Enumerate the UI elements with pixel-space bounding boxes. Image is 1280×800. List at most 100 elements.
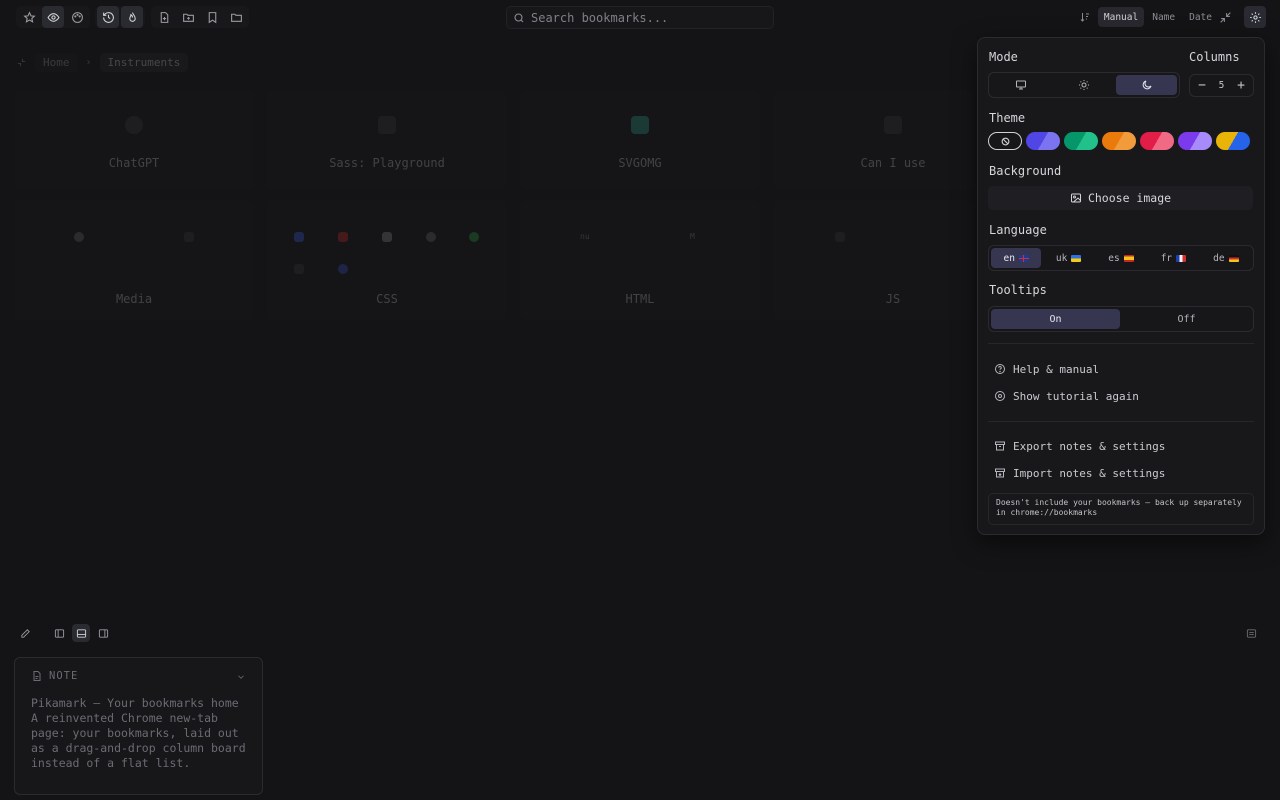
theme-swatch-green[interactable] (1064, 132, 1098, 150)
layout-right-button[interactable] (94, 624, 112, 642)
hot-button[interactable] (121, 6, 143, 28)
choose-image-label: Choose image (1087, 191, 1172, 205)
sun-icon (1079, 80, 1089, 90)
breadcrumb-instruments[interactable]: Instruments (99, 52, 189, 72)
ukraine-flag-icon (1071, 254, 1082, 262)
favorites-button[interactable] (18, 6, 40, 28)
new-folder-button[interactable] (177, 6, 199, 28)
help-manual-link[interactable]: Help & manual (994, 360, 1099, 378)
flame-icon (128, 11, 136, 22)
theme-swatch-violet[interactable] (1178, 132, 1212, 150)
svgomg-favicon-icon (631, 116, 649, 134)
lang-fr[interactable]: fr (1148, 248, 1198, 268)
css-favicon-icon (426, 232, 436, 242)
file-plus-icon (160, 11, 168, 23)
mode-dark[interactable] (1116, 75, 1178, 95)
export-button[interactable]: Export notes & settings (994, 437, 1165, 455)
columns-decrement[interactable]: − (1195, 78, 1209, 93)
star-icon (22, 10, 36, 23)
monitor-icon (1016, 80, 1027, 90)
columns-value: 5 (1218, 80, 1225, 91)
language-selector: en uk es fr de (988, 245, 1254, 271)
note-line: instead of a flat list. (31, 756, 191, 770)
show-tutorial-link[interactable]: Show tutorial again (994, 387, 1139, 405)
edit-note-button[interactable] (16, 624, 34, 642)
css-favicon-icon (338, 232, 348, 242)
mode-selector (988, 72, 1180, 98)
history-tools (95, 6, 145, 28)
lang-es[interactable]: es (1096, 248, 1146, 268)
note-icon (33, 671, 41, 681)
sort-date[interactable]: Date (1183, 7, 1218, 27)
spain-flag-icon (1123, 254, 1134, 262)
palette-icon (71, 11, 83, 23)
bookmark-card[interactable]: Sass: Playground (267, 90, 507, 190)
target-icon (995, 391, 1005, 401)
bookmark-icon (208, 11, 216, 23)
note-content[interactable]: Pikamark — Your bookmarks home A reinven… (31, 696, 246, 771)
choose-image-button[interactable]: Choose image (988, 186, 1253, 210)
css-favicon-icon (382, 232, 392, 242)
lang-de[interactable]: de (1201, 248, 1251, 268)
sort-direction-button[interactable] (1074, 6, 1096, 28)
card-title: HTML (625, 292, 655, 306)
chatgpt-favicon-icon (125, 116, 143, 134)
card-title: CSS (376, 292, 398, 306)
sort-controls: Manual Name Date (1074, 6, 1218, 28)
note-header[interactable]: NOTE (31, 670, 246, 682)
uk-flag-icon (1018, 254, 1029, 262)
bookmark-card[interactable]: SVGOMG (520, 90, 760, 190)
breadcrumb-home[interactable]: Home (35, 52, 78, 72)
open-folder-button[interactable] (225, 6, 247, 28)
moon-icon (1142, 80, 1152, 90)
folder-card[interactable]: nu M HTML (520, 200, 760, 320)
media-favicon-icon (74, 232, 84, 242)
card-title: SVGOMG (618, 156, 662, 170)
chevron-down-icon[interactable] (236, 672, 246, 682)
columns-stepper: − 5 + (1189, 74, 1254, 97)
top-bar: Manual Name Date (0, 0, 1280, 34)
palette-button[interactable] (66, 6, 88, 28)
search-input[interactable] (531, 10, 761, 25)
lang-uk[interactable]: uk (1043, 248, 1093, 268)
sort-manual[interactable]: Manual (1097, 7, 1145, 27)
export-hint: Doesn't include your bookmarks — back up… (988, 493, 1254, 525)
create-tools (151, 6, 249, 28)
recent-button[interactable] (97, 6, 119, 28)
theme-swatch-yellow-blue[interactable] (1216, 132, 1250, 150)
divider (988, 421, 1254, 422)
folder-card[interactable]: Media (14, 200, 254, 320)
folder-card[interactable]: JS (773, 200, 973, 320)
lang-en[interactable]: en (991, 248, 1042, 268)
background-label: Background (989, 164, 1062, 178)
tooltips-on[interactable]: On (991, 309, 1120, 329)
columns-increment[interactable]: + (1234, 78, 1248, 93)
mode-light[interactable] (1054, 75, 1115, 95)
theme-swatch-none[interactable] (988, 132, 1022, 150)
theme-swatch-rose[interactable] (1140, 132, 1174, 150)
mode-system[interactable] (991, 75, 1052, 95)
note-list-button[interactable] (1242, 624, 1260, 642)
theme-swatch-orange[interactable] (1102, 132, 1136, 150)
html-favicon-label: M (690, 232, 695, 241)
card-title: Can I use (860, 156, 926, 170)
css-favicon-icon (338, 264, 348, 274)
collapse-icon[interactable] (16, 57, 27, 68)
sort-name[interactable]: Name (1146, 7, 1181, 27)
layout-bottom-button[interactable] (72, 624, 90, 642)
bookmark-card[interactable]: ChatGPT (14, 90, 254, 190)
note-line: as a drag-and-drop column board (31, 741, 246, 755)
theme-swatch-indigo[interactable] (1026, 132, 1060, 150)
search-bar[interactable] (506, 6, 774, 29)
visibility-button[interactable] (42, 6, 64, 28)
settings-button[interactable] (1244, 6, 1266, 28)
tooltips-off[interactable]: Off (1122, 309, 1251, 329)
bookmark-card[interactable]: Can I use (773, 90, 973, 190)
folder-card[interactable]: CSS (267, 200, 507, 320)
bookmark-button[interactable] (201, 6, 223, 28)
import-button[interactable]: Import notes & settings (994, 464, 1165, 482)
new-bookmark-button[interactable] (153, 6, 175, 28)
archive-import-icon (995, 468, 1005, 478)
layout-left-button[interactable] (50, 624, 68, 642)
collapse-all-button[interactable] (1214, 6, 1236, 28)
